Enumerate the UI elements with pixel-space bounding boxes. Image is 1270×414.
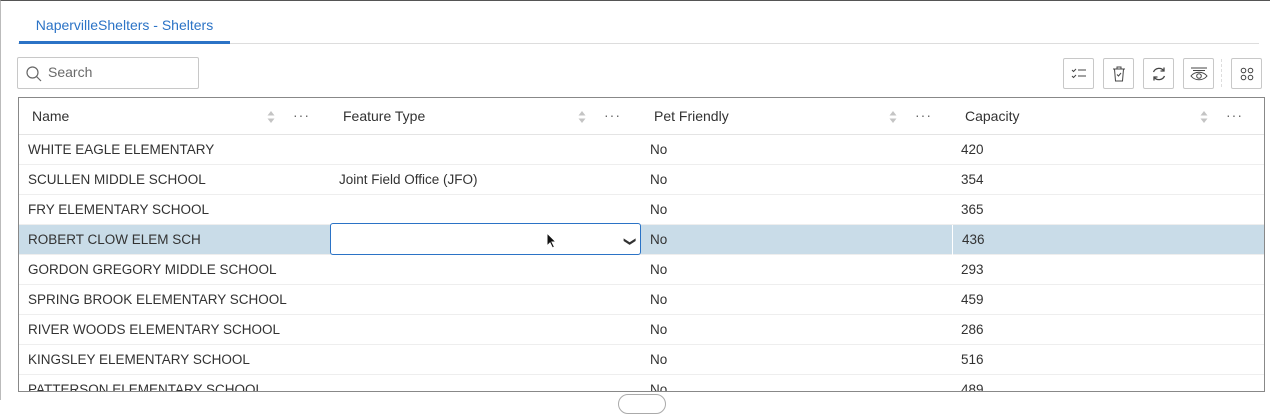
tab-naperville-shelters[interactable]: NapervilleShelters - Shelters	[19, 17, 230, 44]
column-menu-icon[interactable]: ···	[1226, 108, 1243, 122]
column-header-label: Capacity	[965, 108, 1020, 124]
eye-icon	[1189, 67, 1208, 80]
cell-capacity[interactable]: 293	[952, 255, 1263, 285]
sort-icon[interactable]	[267, 110, 275, 124]
resize-handle[interactable]	[618, 394, 666, 414]
cell-pet[interactable]: No	[641, 375, 952, 391]
cell-pet[interactable]: No	[641, 345, 952, 375]
search-box[interactable]	[17, 57, 199, 89]
cell-capacity[interactable]: 365	[952, 195, 1263, 225]
cell-capacity[interactable]: 516	[952, 345, 1263, 375]
cell-name[interactable]: FRY ELEMENTARY SCHOOL	[19, 195, 330, 225]
refresh-button[interactable]	[1143, 58, 1174, 89]
cell-pet[interactable]: No	[641, 255, 952, 285]
cell-name[interactable]: ROBERT CLOW ELEM SCH	[19, 225, 330, 255]
options-button[interactable]	[1231, 58, 1262, 89]
cell-feature[interactable]	[330, 315, 641, 345]
mouse-cursor-icon	[546, 232, 558, 249]
column-header-label: Pet Friendly	[654, 108, 729, 124]
tab-label: NapervilleShelters - Shelters	[35, 17, 214, 33]
checklist-icon	[1071, 68, 1086, 78]
tab-bar: NapervilleShelters - Shelters	[18, 1, 1259, 44]
sort-icon[interactable]	[578, 110, 586, 124]
feature-type-select[interactable]: ❯	[330, 223, 641, 255]
show-selection-button[interactable]	[1063, 58, 1094, 89]
cell-feature[interactable]	[330, 285, 641, 315]
column-header-label: Name	[32, 108, 70, 124]
cell-feature[interactable]	[330, 255, 641, 285]
search-icon	[26, 66, 42, 82]
sort-icon[interactable]	[1200, 110, 1208, 124]
table-row[interactable]: PATTERSON ELEMENTARY SCHOOL No 489	[19, 375, 1264, 391]
cell-feature[interactable]: Joint Field Office (JFO)	[330, 165, 641, 195]
cell-name[interactable]: SCULLEN MIDDLE SCHOOL	[19, 165, 330, 195]
column-menu-icon[interactable]: ···	[604, 108, 621, 122]
cell-capacity[interactable]: 436	[952, 225, 1263, 255]
cell-name[interactable]: WHITE EAGLE ELEMENTARY	[19, 135, 330, 165]
cell-pet[interactable]: No	[641, 165, 952, 195]
column-header-pet-friendly[interactable]: Pet Friendly ···	[641, 98, 952, 135]
table-row[interactable]: SPRING BROOK ELEMENTARY SCHOOL No 459	[19, 285, 1264, 315]
column-menu-icon[interactable]: ···	[915, 108, 932, 122]
cell-feature[interactable]	[330, 345, 641, 375]
refresh-icon	[1152, 67, 1165, 80]
table-row[interactable]: WHITE EAGLE ELEMENTARY No 420	[19, 135, 1264, 165]
table-row[interactable]: RIVER WOODS ELEMENTARY SCHOOL No 286	[19, 315, 1264, 345]
cell-name[interactable]: KINGSLEY ELEMENTARY SCHOOL	[19, 345, 330, 375]
cell-feature[interactable]	[330, 375, 641, 391]
attribute-table: Name ··· Feature Type ··· Pet Friendly ··· Cap…	[18, 97, 1265, 392]
column-header-capacity[interactable]: Capacity ···	[952, 98, 1263, 135]
cell-name[interactable]: GORDON GREGORY MIDDLE SCHOOL	[19, 255, 330, 285]
trash-check-icon	[1112, 66, 1125, 81]
cell-name[interactable]: RIVER WOODS ELEMENTARY SCHOOL	[19, 315, 330, 345]
cell-name[interactable]: PATTERSON ELEMENTARY SCHOOL	[19, 375, 330, 391]
cell-pet[interactable]: No	[641, 225, 952, 255]
toolbar-divider	[1221, 59, 1222, 87]
cell-capacity[interactable]: 489	[952, 375, 1263, 391]
cell-feature[interactable]: ❯	[330, 223, 641, 255]
cell-pet[interactable]: No	[641, 315, 952, 345]
cell-name[interactable]: SPRING BROOK ELEMENTARY SCHOOL	[19, 285, 330, 315]
options-grid-icon	[1240, 67, 1253, 80]
cell-capacity[interactable]: 420	[952, 135, 1263, 165]
cell-pet[interactable]: No	[641, 135, 952, 165]
table-row[interactable]: SCULLEN MIDDLE SCHOOL Joint Field Office …	[19, 165, 1264, 195]
sort-icon[interactable]	[889, 110, 897, 124]
cell-pet[interactable]: No	[641, 285, 952, 315]
search-input[interactable]	[48, 64, 188, 80]
table-row[interactable]: FRY ELEMENTARY SCHOOL No 365	[19, 195, 1264, 225]
cell-feature[interactable]	[330, 135, 641, 165]
column-menu-icon[interactable]: ···	[293, 108, 310, 122]
table-header: Name ··· Feature Type ··· Pet Friendly ··· Cap…	[19, 98, 1264, 135]
column-header-name[interactable]: Name ···	[19, 98, 330, 135]
cell-pet[interactable]: No	[641, 195, 952, 225]
table-row[interactable]: KINGSLEY ELEMENTARY SCHOOL No 516	[19, 345, 1264, 375]
table-row[interactable]: ROBERT CLOW ELEM SCH ❯ No 436	[19, 223, 1264, 255]
delete-selection-button[interactable]	[1103, 58, 1134, 89]
cell-capacity[interactable]: 459	[952, 285, 1263, 315]
cell-capacity[interactable]: 286	[952, 315, 1263, 345]
toggle-columns-button[interactable]	[1183, 58, 1214, 89]
column-header-feature-type[interactable]: Feature Type ···	[330, 98, 641, 135]
column-header-label: Feature Type	[343, 108, 426, 124]
cell-capacity[interactable]: 354	[952, 165, 1263, 195]
cell-feature[interactable]	[330, 195, 641, 225]
table-row[interactable]: GORDON GREGORY MIDDLE SCHOOL No 293	[19, 255, 1264, 285]
